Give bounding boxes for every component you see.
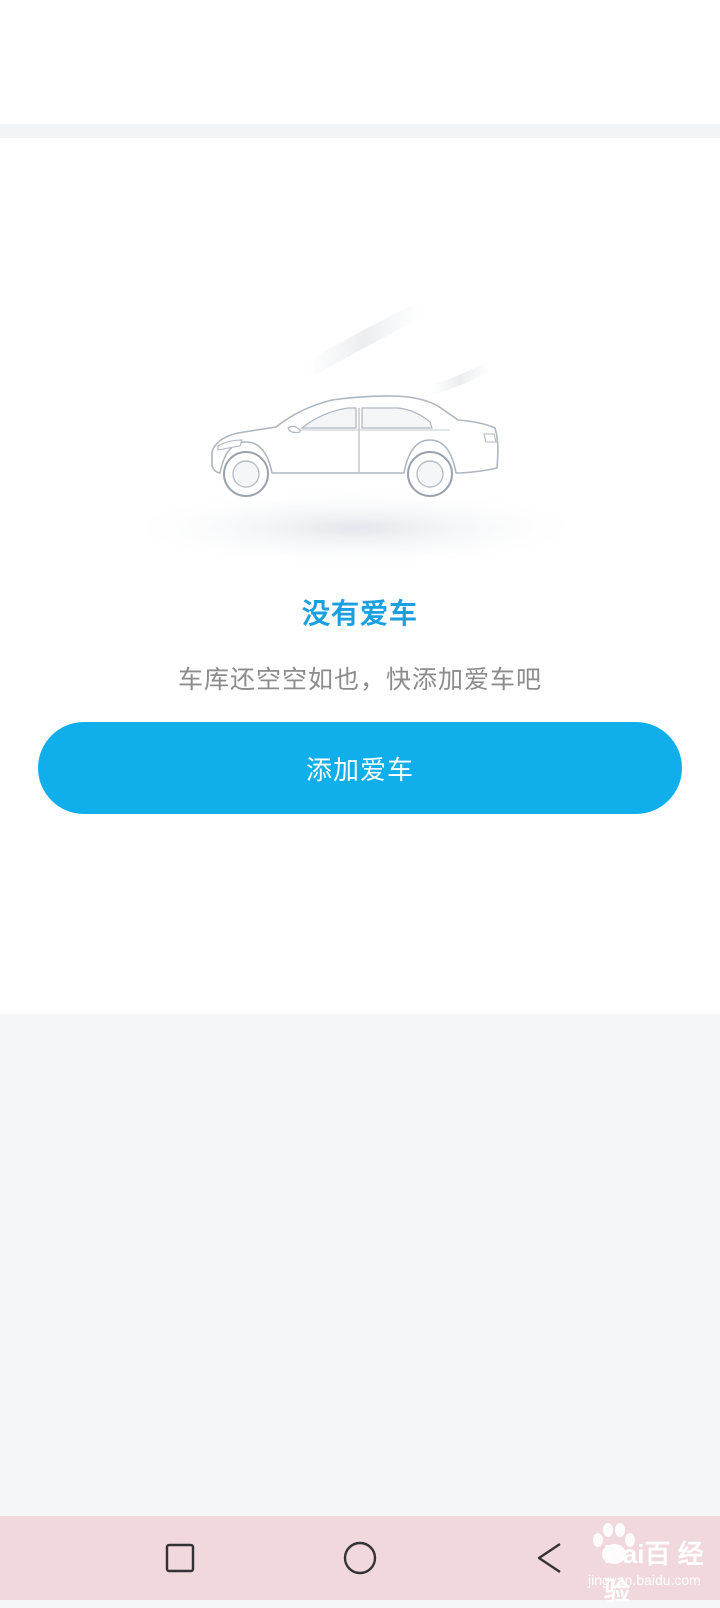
header-divider — [0, 124, 720, 138]
home-button[interactable] — [334, 1532, 386, 1584]
empty-state-title: 没有爱车 — [301, 597, 418, 630]
sedan-car-icon — [120, 302, 595, 568]
recent-apps-button[interactable] — [154, 1532, 206, 1584]
add-car-button-label: 添加爱车 — [305, 755, 414, 786]
watermark-brand: Bai百 经验 — [604, 1539, 704, 1606]
empty-state-subtitle: 车库还空空如也，快添加爱车吧 — [177, 665, 542, 694]
top-header — [0, 0, 720, 124]
circle-icon — [343, 1541, 377, 1575]
watermark-url: jingyan.baidu.com — [588, 1572, 701, 1588]
square-icon — [165, 1543, 195, 1573]
baidu-jingyan-watermark: Bai百 经验 jingyan.baidu.com — [548, 1520, 718, 1606]
add-car-button[interactable]: 添加爱车 — [38, 722, 682, 814]
